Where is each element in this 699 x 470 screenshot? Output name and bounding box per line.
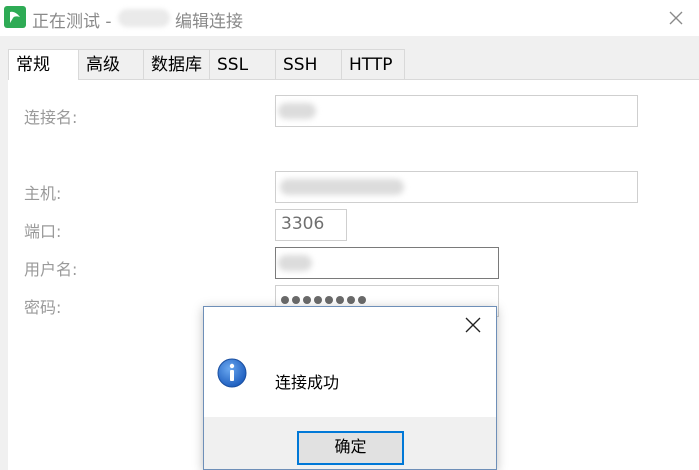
message-content: 连接成功 (204, 343, 496, 417)
info-icon (217, 358, 247, 388)
window-close-button[interactable] (660, 4, 692, 32)
message-titlebar (204, 307, 496, 343)
username-label: 用户名: (24, 260, 78, 279)
tab-http[interactable]: HTTP (341, 49, 405, 79)
host-label: 主机: (24, 184, 62, 203)
close-icon (465, 317, 481, 333)
message-text: 连接成功 (275, 373, 340, 392)
redacted-value (278, 255, 312, 271)
tab-bar: 常规 高级 数据库 SSL SSH HTTP (8, 49, 405, 80)
connection-name-input[interactable] (275, 95, 638, 127)
ok-button[interactable]: 确定 (297, 431, 404, 465)
tab-advanced[interactable]: 高级 (78, 49, 144, 79)
username-input[interactable] (275, 247, 499, 279)
tab-ssh[interactable]: SSH (275, 49, 342, 79)
tab-ssl[interactable]: SSL (209, 49, 276, 79)
tab-general[interactable]: 常规 (8, 49, 79, 80)
password-mask (281, 296, 366, 304)
connection-success-dialog: 连接成功 确定 (203, 306, 497, 470)
navicat-app-icon (4, 6, 26, 28)
password-label: 密码: (24, 298, 62, 317)
window-titlebar: 正在测试 - 编辑连接 (0, 0, 699, 36)
redacted-value (280, 179, 404, 195)
port-input[interactable]: 3306 (275, 209, 347, 241)
host-input[interactable] (275, 171, 638, 203)
tab-database[interactable]: 数据库 (143, 49, 210, 79)
redacted-connection-name (118, 9, 170, 27)
close-icon (669, 11, 683, 25)
message-close-button[interactable] (456, 310, 490, 340)
window-title-prefix: 正在测试 - (32, 12, 112, 32)
redacted-value (278, 103, 316, 119)
port-label: 端口: (24, 222, 62, 241)
window-title-suffix: 编辑连接 (175, 12, 243, 32)
connection-name-label: 连接名: (24, 108, 78, 127)
